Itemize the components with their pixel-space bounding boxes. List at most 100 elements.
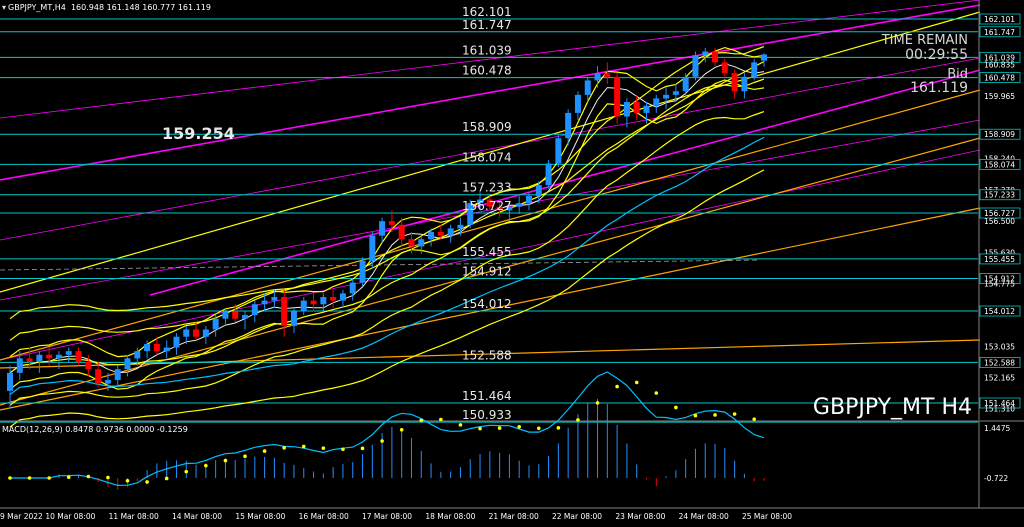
candle-body xyxy=(761,54,767,61)
candle-body xyxy=(604,73,611,77)
macd-signal-dot xyxy=(458,423,463,427)
timer-label: TIME REMAIN xyxy=(881,33,968,48)
candle-body xyxy=(574,94,581,113)
chart-canvas[interactable]: 162.101 161.747 161.039 160.478 158.909 158.0… xyxy=(0,0,1024,527)
candle-body xyxy=(193,329,200,337)
price-tick-label: 151.310 xyxy=(984,405,1015,414)
candle-body xyxy=(447,228,454,236)
price-tick-label: 157.233 xyxy=(984,191,1015,200)
macd-signal-dot xyxy=(615,384,619,389)
macd-signal-dot xyxy=(125,478,130,483)
macd-signal-dot xyxy=(595,401,600,405)
macd-signal-dot xyxy=(8,476,12,480)
time-axis-label: 23 Mar 08:00 xyxy=(615,512,665,521)
candle-body xyxy=(290,311,297,326)
candle-body xyxy=(320,297,327,305)
level-label: 158.074 xyxy=(462,150,512,164)
macd-signal-dot xyxy=(576,418,580,422)
candle-body xyxy=(65,351,72,355)
price-tick-label: 160.835 xyxy=(984,61,1015,70)
time-axis-label: 14 Mar 08:00 xyxy=(172,512,222,521)
time-axis-label: 22 Mar 08:00 xyxy=(552,512,602,521)
price-tick-label: 162.101 xyxy=(984,15,1015,24)
level-label: 151.464 xyxy=(462,389,512,403)
macd-label: MACD(12,26,9) 0.8478 0.9736 0.0000 -0.12… xyxy=(2,425,188,434)
candle-body xyxy=(565,112,572,139)
price-tick-label: 154.775 xyxy=(984,279,1015,288)
macd-signal-dot xyxy=(752,417,757,422)
candle-body xyxy=(633,102,640,113)
macd-signal-dot xyxy=(419,418,424,423)
macd-signal-dot xyxy=(47,476,51,480)
macd-signal-dot xyxy=(204,463,208,468)
macd-signal-dot xyxy=(478,426,482,431)
price-tick-label: 152.165 xyxy=(984,374,1015,383)
candle-body xyxy=(232,311,239,319)
price-tick-label: 158.909 xyxy=(984,130,1015,139)
candle-body xyxy=(153,343,160,352)
chart-header: ▾ GBPJPY_MT,H4 160.948 161.148 160.777 16… xyxy=(2,3,211,12)
candle-body xyxy=(271,297,278,301)
macd-signal-dot xyxy=(556,426,561,430)
candle-body xyxy=(46,354,53,359)
candle-body xyxy=(114,369,121,381)
macd-signal-dot xyxy=(184,469,189,474)
macd-signal-dot xyxy=(145,480,149,484)
chart-menu-icon[interactable]: ▾ xyxy=(2,3,6,12)
candle-body xyxy=(623,102,630,117)
level-label: 157.233 xyxy=(462,181,512,195)
candle-body xyxy=(251,304,258,316)
candle-body xyxy=(281,297,288,326)
candle-body xyxy=(741,76,748,92)
candle-body xyxy=(202,329,209,337)
candle-body xyxy=(653,98,660,106)
candle-body xyxy=(300,300,307,312)
macd-signal-dot xyxy=(223,458,228,463)
macd-signal-dot xyxy=(27,476,32,480)
macd-signal-dot xyxy=(262,449,267,453)
candle-body xyxy=(85,361,92,370)
candle-body xyxy=(408,239,415,247)
candle-body xyxy=(731,73,738,92)
level-label: 150.933 xyxy=(462,408,512,422)
candle-body xyxy=(261,300,268,305)
candle-body xyxy=(682,76,689,92)
candle-body xyxy=(428,232,435,240)
macd-signal-dot xyxy=(536,426,541,431)
candle-body xyxy=(555,138,562,164)
time-axis-label: 21 Mar 08:00 xyxy=(489,512,539,521)
price-tick-label: 156.500 xyxy=(984,217,1015,226)
macd-signal-dot xyxy=(321,446,326,450)
macd-signal-dot xyxy=(86,474,91,479)
candle-body xyxy=(330,297,337,301)
candle-body xyxy=(751,62,758,77)
price-tick-label: 155.455 xyxy=(984,255,1015,264)
candle-body xyxy=(212,318,219,330)
level-label: 158.909 xyxy=(462,120,512,134)
time-axis-label: 17 Mar 08:00 xyxy=(362,512,412,521)
candle-body xyxy=(663,94,670,99)
candle-body xyxy=(525,195,532,204)
candle-body xyxy=(535,185,542,196)
candle-body xyxy=(369,235,376,261)
candle-body xyxy=(144,343,151,352)
candle-body xyxy=(359,260,366,283)
candle-body xyxy=(124,358,131,370)
level-label: 152.588 xyxy=(462,348,512,362)
candle-body xyxy=(134,351,141,359)
candle-body xyxy=(545,163,552,186)
candle-body xyxy=(437,232,444,236)
candle-body xyxy=(594,73,601,81)
bid-value: 161.119 xyxy=(910,80,968,96)
candle-body xyxy=(516,203,523,207)
candle-body xyxy=(418,239,425,247)
candle-body xyxy=(584,80,591,95)
macd-signal-dot xyxy=(301,444,306,449)
macd-signal-dot xyxy=(634,380,639,385)
candle-body xyxy=(7,372,13,391)
price-tick-label: 158.074 xyxy=(984,160,1015,169)
macd-signal-dot xyxy=(713,413,717,417)
level-label: 156.727 xyxy=(462,199,512,213)
candle-body xyxy=(95,369,102,384)
candle-body xyxy=(339,293,346,301)
